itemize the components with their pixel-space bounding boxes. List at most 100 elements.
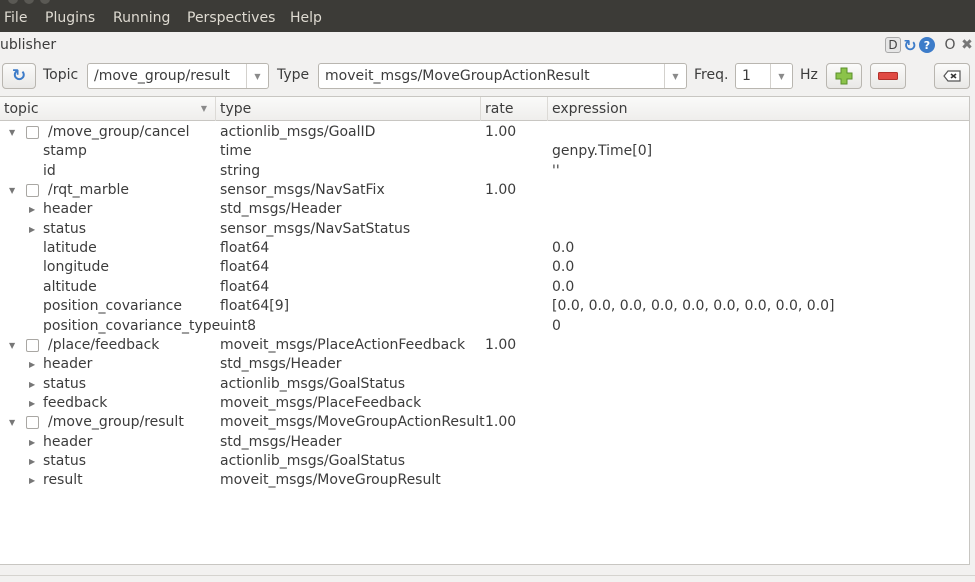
options-icon[interactable]: O — [942, 37, 958, 53]
publisher-tree[interactable]: topic ▼ type rate expression ▼ /move_grou… — [0, 96, 970, 565]
column-header-type[interactable]: type — [216, 97, 481, 121]
type-combobox[interactable]: moveit_msgs/MoveGroupActionResult ▼ — [318, 63, 687, 89]
topic-cell: position_covariance_type — [43, 317, 221, 334]
field-row[interactable]: latitude float64 0.0 — [0, 239, 969, 258]
expression-cell[interactable]: 0.0 — [552, 239, 574, 258]
topic-cell: stamp — [43, 143, 87, 160]
topic-row[interactable]: ▼ /place/feedback moveit_msgs/PlaceActionF… — [0, 336, 969, 355]
enable-checkbox[interactable] — [26, 126, 39, 139]
menu-file[interactable]: File — [4, 10, 27, 26]
chevron-down-icon[interactable]: ▼ — [664, 64, 686, 88]
field-row[interactable]: ▶ result moveit_msgs/MoveGroupResult — [0, 471, 969, 490]
expression-cell[interactable]: [0.0, 0.0, 0.0, 0.0, 0.0, 0.0, 0.0, 0.0,… — [552, 297, 835, 316]
enable-checkbox[interactable] — [26, 184, 39, 198]
topic-row[interactable]: ▼ /move_group/cancel actionlib_msgs/GoalID… — [0, 123, 969, 142]
menu-perspectives[interactable]: Perspectives — [187, 10, 275, 26]
type-cell: string — [220, 162, 261, 179]
type-cell: actionlib_msgs/GoalStatus — [220, 375, 406, 392]
collapsed-arrow-icon[interactable]: ▶ — [29, 355, 35, 374]
column-rate-label: rate — [485, 101, 514, 117]
type-cell: actionlib_msgs/GoalID — [220, 124, 376, 140]
menu-plugins[interactable]: Plugins — [45, 10, 95, 26]
column-header-expression[interactable]: expression — [548, 97, 970, 121]
rate-cell: 1.00 — [485, 124, 517, 140]
collapsed-arrow-icon[interactable]: ▶ — [29, 220, 35, 239]
expression-cell[interactable]: genpy.Time[0] — [552, 142, 652, 161]
field-row[interactable]: altitude float64 0.0 — [0, 278, 969, 297]
type-value[interactable]: moveit_msgs/MoveGroupActionResult — [319, 68, 664, 84]
type-cell: moveit_msgs/MoveGroupResult — [220, 472, 441, 489]
topic-combobox[interactable]: /move_group/result ▼ — [87, 63, 269, 89]
add-publisher-button[interactable] — [826, 63, 862, 89]
expanded-arrow-icon[interactable]: ▼ — [9, 413, 15, 432]
expanded-arrow-icon[interactable]: ▼ — [9, 123, 15, 142]
tree-header: topic ▼ type rate expression — [0, 97, 969, 121]
collapsed-arrow-icon[interactable]: ▶ — [29, 452, 35, 471]
plugin-title: ublisher — [0, 37, 57, 53]
close-icon[interactable]: ✖ — [959, 37, 975, 53]
chevron-down-icon[interactable]: ▼ — [770, 64, 792, 88]
plugin-title-icons: D ↻ ? O ✖ — [885, 36, 975, 55]
remove-publisher-button[interactable] — [870, 63, 906, 89]
type-cell: float64[9] — [220, 298, 290, 315]
type-cell: std_msgs/Header — [220, 356, 342, 373]
plus-icon — [835, 67, 853, 85]
refresh-button[interactable]: ↻ — [2, 63, 36, 89]
field-row[interactable]: longitude float64 0.0 — [0, 258, 969, 277]
expanded-arrow-icon[interactable]: ▼ — [9, 181, 15, 200]
rate-cell: 1.00 — [485, 414, 517, 431]
expanded-arrow-icon[interactable]: ▼ — [9, 336, 15, 355]
topic-cell: header — [43, 201, 93, 218]
topic-value[interactable]: /move_group/result — [88, 68, 246, 84]
collapsed-arrow-icon[interactable]: ▶ — [29, 200, 35, 219]
collapsed-arrow-icon[interactable]: ▶ — [29, 471, 35, 490]
topic-cell: /move_group/result — [48, 414, 184, 431]
topic-cell: altitude — [43, 278, 97, 295]
hz-label: Hz — [800, 67, 818, 83]
reload-icon[interactable]: ↻ — [902, 36, 918, 55]
collapsed-arrow-icon[interactable]: ▶ — [29, 394, 35, 413]
menu-running[interactable]: Running — [113, 10, 170, 26]
expression-cell[interactable]: 0 — [552, 317, 561, 336]
field-row[interactable]: ▶ feedback moveit_msgs/PlaceFeedback — [0, 394, 969, 413]
topic-row[interactable]: ▼ /move_group/result moveit_msgs/MoveGroup… — [0, 413, 969, 432]
enable-checkbox[interactable] — [26, 338, 39, 352]
field-row[interactable]: ▶ header std_msgs/Header — [0, 200, 969, 219]
type-cell: std_msgs/Header — [220, 433, 342, 450]
column-header-rate[interactable]: rate — [481, 97, 548, 121]
enable-checkbox[interactable] — [26, 416, 39, 430]
field-row[interactable]: stamp time genpy.Time[0] — [0, 142, 969, 161]
field-row[interactable]: id string '' — [0, 162, 969, 181]
chevron-down-icon[interactable]: ▼ — [246, 64, 268, 88]
menu-help[interactable]: Help — [290, 10, 322, 26]
topic-cell: header — [43, 433, 93, 450]
expression-cell[interactable]: 0.0 — [552, 258, 574, 277]
topic-row[interactable]: ▼ /rqt_marble sensor_msgs/NavSatFix 1.00 — [0, 181, 969, 200]
freq-value[interactable]: 1 — [736, 68, 770, 84]
field-row[interactable]: position_covariance_type uint8 0 — [0, 317, 969, 336]
type-cell: sensor_msgs/NavSatFix — [220, 182, 385, 199]
freq-combobox[interactable]: 1 ▼ — [735, 63, 793, 89]
column-topic-label: topic — [4, 101, 39, 117]
window-close-dot[interactable] — [8, 0, 18, 4]
collapsed-arrow-icon[interactable]: ▶ — [29, 375, 35, 394]
help-icon[interactable]: ? — [919, 37, 935, 53]
field-row[interactable]: ▶ header std_msgs/Header — [0, 355, 969, 374]
field-row[interactable]: ▶ status actionlib_msgs/GoalStatus — [0, 452, 969, 471]
expression-cell[interactable]: 0.0 — [552, 278, 574, 297]
column-header-topic[interactable]: topic ▼ — [0, 97, 216, 121]
expression-cell[interactable]: '' — [552, 162, 560, 181]
window-maximize-dot[interactable] — [40, 0, 50, 4]
type-label: Type — [277, 67, 310, 83]
type-cell: moveit_msgs/PlaceFeedback — [220, 394, 422, 411]
field-row[interactable]: ▶ status actionlib_msgs/GoalStatus — [0, 375, 969, 394]
topic-cell: position_covariance — [43, 298, 182, 315]
rate-cell: 1.00 — [485, 336, 517, 353]
field-row[interactable]: position_covariance float64[9] [0.0, 0.0, … — [0, 297, 969, 316]
field-row[interactable]: ▶ status sensor_msgs/NavSatStatus — [0, 220, 969, 239]
dock-icon[interactable]: D — [885, 37, 901, 53]
clear-button[interactable] — [934, 63, 970, 89]
field-row[interactable]: ▶ header std_msgs/Header — [0, 433, 969, 452]
window-minimize-dot[interactable] — [24, 0, 34, 4]
collapsed-arrow-icon[interactable]: ▶ — [29, 433, 35, 452]
